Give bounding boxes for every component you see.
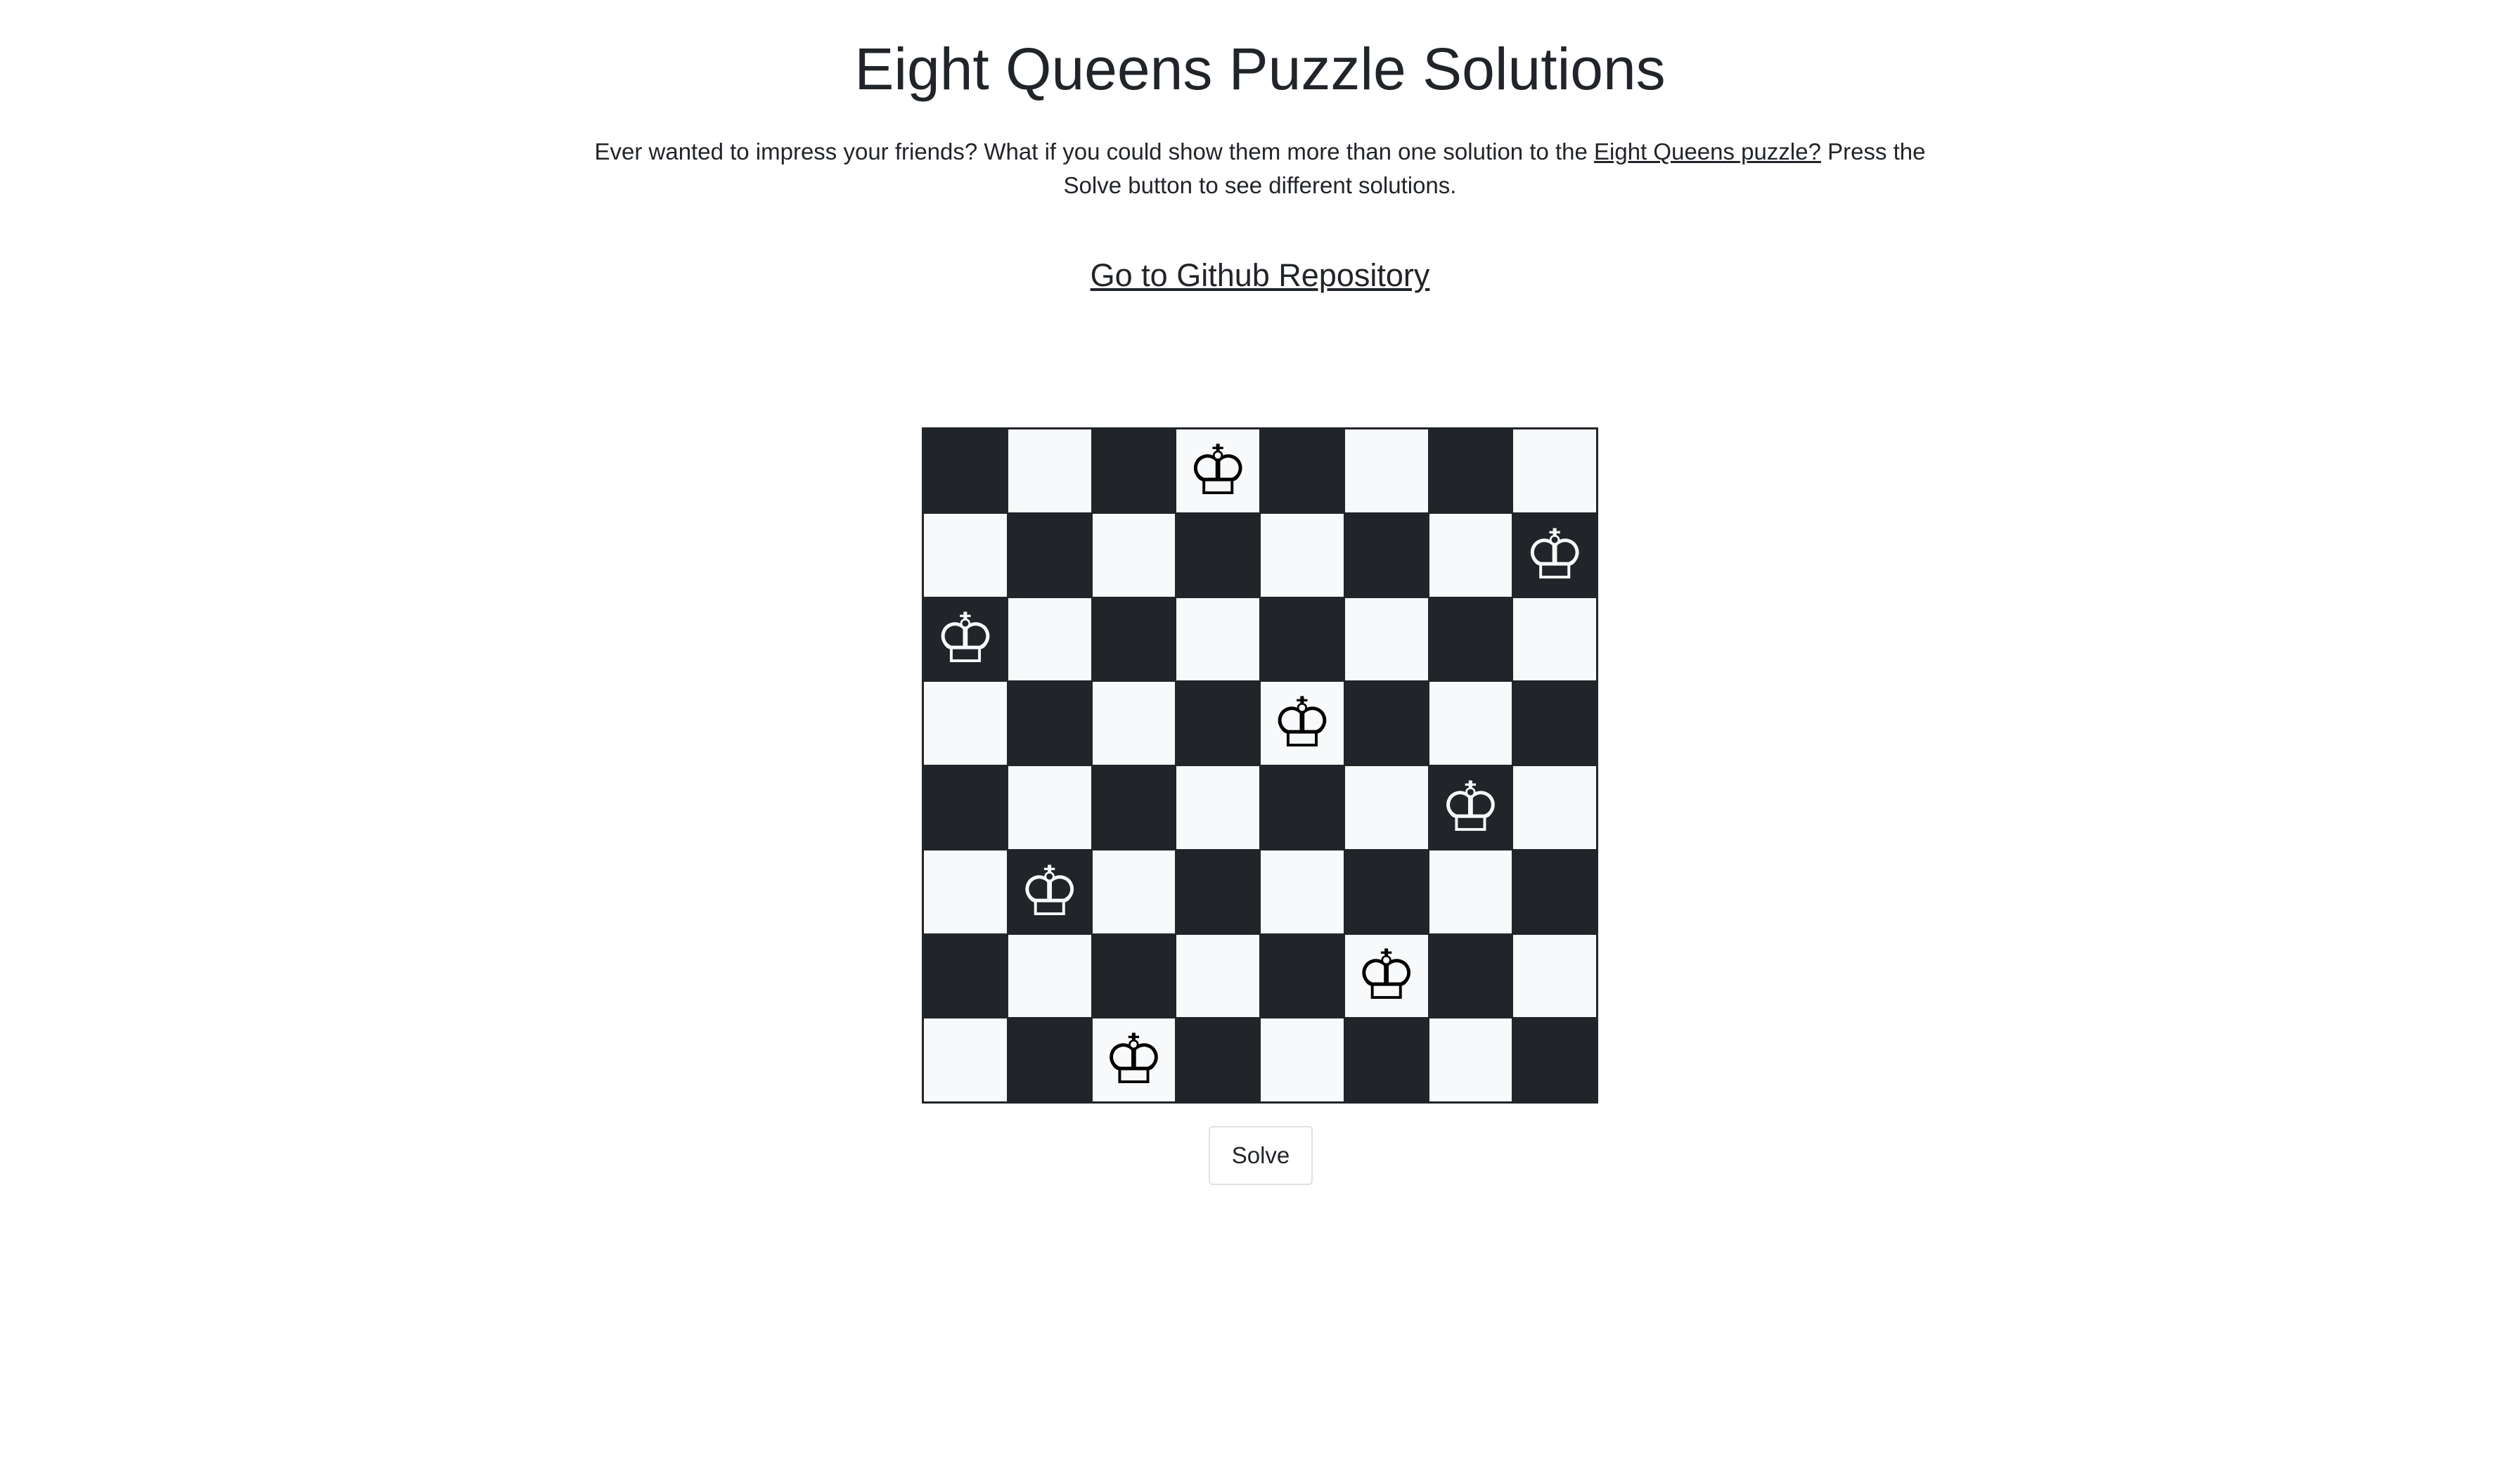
page-title: Eight Queens Puzzle Solutions: [854, 36, 1666, 102]
queen-crown-icon: ♔: [1018, 851, 1081, 932]
queen-crown-icon: ♔: [1102, 1020, 1165, 1101]
board-square-r8-c7: [1428, 1018, 1513, 1102]
board-square-r5-c3: [1091, 765, 1176, 850]
board-square-r6-c2: ♔: [1007, 849, 1092, 934]
board-square-r8-c2: [1007, 1018, 1092, 1102]
board-square-r1-c6: [1344, 429, 1429, 513]
board-square-r7-c2: [1007, 933, 1092, 1018]
queen-crown-icon: ♔: [1271, 683, 1333, 764]
board-square-r4-c4: [1176, 681, 1260, 765]
board-square-r3-c4: [1176, 597, 1260, 682]
queen-crown-icon: ♔: [1355, 936, 1418, 1016]
board-square-r2-c4: [1176, 512, 1260, 597]
intro-paragraph: Ever wanted to impress your friends? Wha…: [592, 135, 1928, 202]
board-square-r6-c4: [1176, 849, 1260, 934]
board-square-r5-c2: [1007, 765, 1092, 850]
board-square-r2-c6: [1344, 512, 1429, 597]
queen-crown-icon: ♔: [1439, 767, 1502, 848]
board-square-r2-c2: [1007, 512, 1092, 597]
board-square-r3-c7: [1428, 597, 1513, 682]
board-square-r2-c5: [1260, 512, 1344, 597]
board-square-r2-c7: [1428, 512, 1513, 597]
board-square-r2-c3: [1091, 512, 1176, 597]
board-square-r7-c7: [1428, 933, 1513, 1018]
board-square-r5-c5: [1260, 765, 1344, 850]
board-square-r3-c8: [1512, 597, 1597, 682]
board-square-r8-c5: [1260, 1018, 1344, 1102]
board-square-r1-c8: [1512, 429, 1597, 513]
board-square-r7-c4: [1176, 933, 1260, 1018]
queen-crown-icon: ♔: [934, 599, 996, 680]
board-square-r4-c1: [923, 681, 1008, 765]
board-square-r3-c6: [1344, 597, 1429, 682]
board-square-r4-c5: ♔: [1260, 681, 1344, 765]
board-square-r8-c3: ♔: [1091, 1018, 1176, 1102]
board-square-r3-c2: [1007, 597, 1092, 682]
board-square-r3-c3: [1091, 597, 1176, 682]
board-square-r3-c1: ♔: [923, 597, 1008, 682]
board-square-r8-c1: [923, 1018, 1008, 1102]
board-square-r4-c3: [1091, 681, 1176, 765]
board-square-r6-c5: [1260, 849, 1344, 934]
board-square-r1-c3: [1091, 429, 1176, 513]
board-square-r4-c2: [1007, 681, 1092, 765]
board-square-r7-c3: [1091, 933, 1176, 1018]
board-square-r7-c1: [923, 933, 1008, 1018]
board-square-r2-c1: [923, 512, 1008, 597]
board-square-r8-c4: [1176, 1018, 1260, 1102]
board-square-r4-c8: [1512, 681, 1597, 765]
board-square-r1-c7: [1428, 429, 1513, 513]
board-square-r6-c1: [923, 849, 1008, 934]
eight-queens-puzzle-link[interactable]: Eight Queens puzzle?: [1594, 138, 1821, 164]
board-square-r5-c4: [1176, 765, 1260, 850]
board-square-r6-c8: [1512, 849, 1597, 934]
board-square-r1-c4: ♔: [1176, 429, 1260, 513]
board-square-r5-c6: [1344, 765, 1429, 850]
board-square-r6-c3: [1091, 849, 1176, 934]
board-square-r5-c7: ♔: [1428, 765, 1513, 850]
github-repository-link[interactable]: Go to Github Repository: [1091, 257, 1430, 293]
board-square-r1-c1: [923, 429, 1008, 513]
board-square-r7-c5: [1260, 933, 1344, 1018]
queen-crown-icon: ♔: [1187, 430, 1249, 511]
chess-board: ♔ ♔ ♔ ♔ ♔ ♔ ♔ ♔: [922, 427, 1598, 1104]
intro-text-start: Ever wanted to impress your friends? Wha…: [594, 138, 1595, 164]
board-square-r3-c5: [1260, 597, 1344, 682]
board-square-r8-c6: [1344, 1018, 1429, 1102]
board-square-r6-c7: [1428, 849, 1513, 934]
board-square-r6-c6: [1344, 849, 1429, 934]
board-square-r5-c1: [923, 765, 1008, 850]
board-square-r5-c8: [1512, 765, 1597, 850]
board-square-r4-c7: [1428, 681, 1513, 765]
board-square-r7-c6: ♔: [1344, 933, 1429, 1018]
queen-crown-icon: ♔: [1524, 515, 1586, 595]
repo-link-container: Go to Github Repository: [0, 254, 2520, 297]
solve-button[interactable]: Solve: [1209, 1126, 1313, 1185]
board-square-r1-c2: [1007, 429, 1092, 513]
board-square-r1-c5: [1260, 429, 1344, 513]
board-square-r7-c8: [1512, 933, 1597, 1018]
board-square-r8-c8: [1512, 1018, 1597, 1102]
board-square-r4-c6: [1344, 681, 1429, 765]
board-square-r2-c8: ♔: [1512, 512, 1597, 597]
